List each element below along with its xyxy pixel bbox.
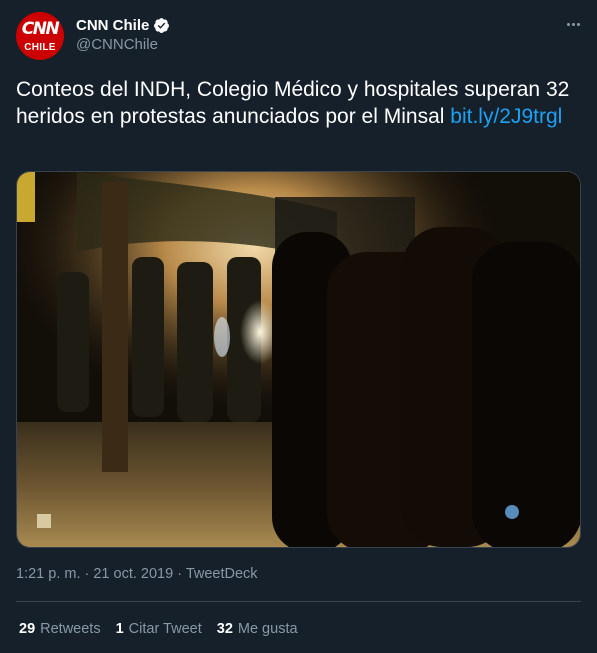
meta-separator: · [173, 566, 186, 582]
tweet-card: CNN CHILE CNN Chile @CNNChile Conteos de… [0, 0, 597, 653]
tweet-source[interactable]: TweetDeck [186, 566, 258, 582]
quotes-count: 1 [115, 621, 124, 637]
likes-label: Me gusta [237, 621, 298, 637]
avatar-logo-text: CNN [21, 19, 60, 39]
divider [16, 601, 581, 602]
tweet-meta: 1:21 p. m. · 21 oct. 2019 · TweetDeck [16, 566, 258, 582]
handle[interactable]: @CNNChile [76, 36, 158, 53]
retweets-count: 29 [19, 621, 36, 637]
avatar[interactable]: CNN CHILE [16, 12, 64, 60]
tweet-text: Conteos del INDH, Colegio Médico y hospi… [16, 76, 581, 130]
author-name-row[interactable]: CNN Chile [76, 15, 170, 35]
likes-count: 32 [216, 621, 233, 637]
tweet-media-photo[interactable] [16, 171, 581, 548]
quotes-label: Citar Tweet [128, 621, 202, 637]
likes-stat[interactable]: 32 Me gusta [217, 621, 298, 637]
display-name[interactable]: CNN Chile [76, 17, 149, 34]
timestamp[interactable]: 1:21 p. m. · 21 oct. 2019 [16, 566, 173, 582]
retweets-label: Retweets [40, 621, 101, 637]
verified-badge-icon [154, 17, 170, 33]
avatar-logo-subtext: CHILE [24, 42, 56, 53]
retweets-stat[interactable]: 29 Retweets [19, 621, 101, 637]
photo-icon [17, 172, 580, 547]
more-options-icon[interactable] [562, 14, 584, 34]
tweet-stats: 29 Retweets 1 Citar Tweet 32 Me gusta [19, 619, 313, 639]
quotes-stat[interactable]: 1 Citar Tweet [116, 621, 202, 637]
tweet-link[interactable]: bit.ly/2J9trgl [450, 105, 562, 128]
